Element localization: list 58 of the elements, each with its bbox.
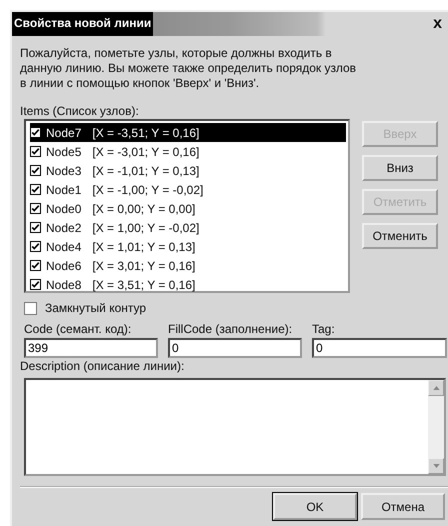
input-field[interactable]: 399 — [24, 338, 158, 358]
list-button[interactable]: Вниз — [362, 155, 438, 181]
node-name: Node5 — [46, 144, 82, 158]
checkbox[interactable] — [30, 222, 41, 233]
node-list[interactable] — [24, 119, 350, 293]
checkbox[interactable] — [30, 146, 41, 157]
input-field[interactable]: 0 — [168, 338, 302, 358]
node-list-item[interactable]: Node8 [X = 3,51; Y = 0,16] — [30, 275, 348, 294]
node-coordinates: [X = -3,01; Y = 0,16] — [92, 144, 200, 158]
node-coordinates: [X = 3,51; Y = 0,16] — [92, 278, 196, 292]
node-coordinates: [X = -1,00; Y = -0,02] — [92, 182, 204, 196]
node-name: Node4 — [46, 240, 82, 254]
node-list-item[interactable]: Node5 [X = -3,01; Y = 0,16] — [30, 142, 348, 161]
checkbox[interactable] — [30, 279, 41, 290]
node-coordinates: [X = 1,00; Y = -0,02] — [92, 220, 200, 234]
checkbox[interactable] — [30, 165, 41, 176]
node-list-item[interactable]: Node1 [X = -1,00; Y = -0,02] — [30, 180, 348, 199]
list-button[interactable]: Отменить — [362, 223, 438, 249]
checkbox[interactable] — [30, 184, 41, 195]
checkbox[interactable] — [24, 302, 37, 314]
description-field[interactable] — [24, 378, 446, 476]
node-name: Node6 — [46, 258, 82, 272]
node-list-item[interactable]: Node7 [X = -3,51; Y = 0,16] — [30, 123, 346, 142]
window-title: Свойства новой линии — [12, 12, 154, 36]
node-name: Node7 — [46, 126, 82, 140]
description-label: Description (описание линии): — [20, 358, 186, 374]
checkbox[interactable] — [30, 241, 41, 252]
node-name: Node2 — [46, 220, 82, 234]
scroll-down-icon[interactable] — [428, 458, 444, 474]
node-list-item[interactable]: Node3 [X = -1,01; Y = 0,13] — [30, 161, 348, 180]
items-label: Items (Список узлов): — [20, 103, 140, 119]
node-list-item[interactable]: Node2 [X = 1,00; Y = -0,02] — [30, 218, 348, 237]
instructions-text: Пожалуйста, пометьте узлы, которые должны входить в данную линию. Вы можете также определить порядок узлов в линии с помощью кнопок 'Вверх' и 'Вниз'. — [20, 46, 358, 91]
node-name: Node8 — [46, 278, 82, 292]
dialog-button[interactable]: Отмена — [361, 493, 445, 520]
node-name: Node0 — [46, 202, 82, 216]
checkbox[interactable] — [30, 127, 41, 138]
scrollbar[interactable] — [428, 380, 444, 474]
field-label: Code (семант. код): — [24, 321, 132, 337]
node-list-item[interactable]: Node6 [X = 3,01; Y = 0,16] — [30, 256, 348, 275]
field-label: FillCode (заполнение): — [168, 321, 294, 337]
close-button[interactable]: x — [429, 15, 446, 33]
checkbox[interactable] — [30, 260, 41, 271]
node-coordinates: [X = -3,51; Y = 0,16] — [92, 126, 200, 140]
input-field[interactable]: 0 — [312, 338, 447, 358]
node-name: Node3 — [46, 164, 82, 178]
node-list-item[interactable]: Node0 [X = 0,00; Y = 0,00] — [30, 199, 348, 218]
node-coordinates: [X = -1,01; Y = 0,13] — [92, 164, 200, 178]
node-name: Node1 — [46, 182, 82, 196]
field-label: Tag: — [312, 321, 336, 337]
scroll-up-icon[interactable] — [428, 380, 444, 396]
checkbox-label: Замкнутый контур — [45, 301, 146, 315]
node-coordinates: [X = 1,01; Y = 0,13] — [92, 240, 196, 254]
node-coordinates: [X = 3,01; Y = 0,16] — [92, 258, 196, 272]
node-coordinates: [X = 0,00; Y = 0,00] — [92, 202, 196, 216]
dialog-button[interactable]: OK — [273, 493, 357, 520]
checkbox[interactable] — [30, 203, 41, 214]
node-list-item[interactable]: Node4 [X = 1,01; Y = 0,13] — [30, 237, 348, 256]
